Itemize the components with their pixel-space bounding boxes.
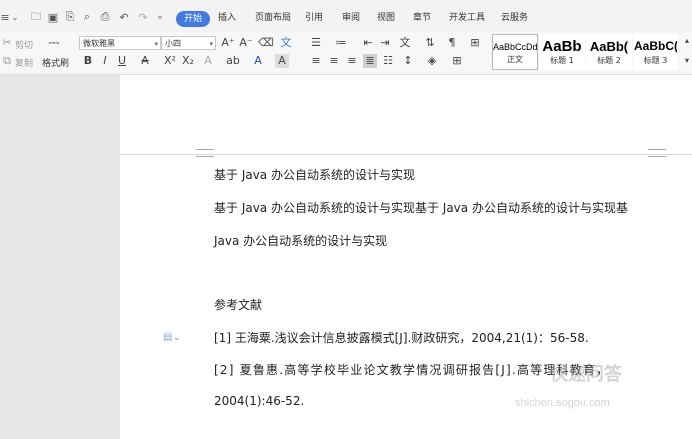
bold-icon[interactable]: B — [81, 54, 95, 68]
superscript-icon[interactable]: X² — [163, 54, 177, 68]
chevron-up-icon[interactable]: ▴ — [680, 34, 692, 48]
save-icon[interactable]: ▣ — [47, 10, 59, 24]
menu-icon[interactable]: ≡ — [0, 10, 10, 24]
style-sample: AaBbC( — [634, 39, 677, 53]
copy-button[interactable]: 复制 — [15, 56, 33, 69]
style-sample: AaBbCcDd — [493, 42, 537, 52]
shading-icon[interactable]: ◈ — [425, 54, 439, 68]
tab-home[interactable]: 开始 — [176, 11, 211, 27]
style-sample: AaBb — [542, 38, 582, 55]
watermark-brand: 快速问答 — [550, 364, 622, 384]
character-shading-icon[interactable]: A — [275, 54, 289, 68]
open-icon[interactable]: 🗀 — [30, 10, 42, 24]
export-icon[interactable]: ⎘ — [64, 10, 76, 24]
align-left-icon[interactable]: ≡ — [309, 54, 323, 68]
shrink-font-icon[interactable]: A⁻ — [239, 36, 253, 50]
tab-references[interactable]: 引用 — [305, 11, 323, 25]
clear-format-icon[interactable]: ⌫ — [258, 36, 274, 50]
strikethrough-icon[interactable]: A — [138, 54, 152, 68]
format-painter-button[interactable]: 格式刷 — [42, 56, 69, 69]
style-name: 标题 1 — [550, 56, 574, 65]
phonetic-guide-icon[interactable]: 文 — [279, 36, 293, 50]
align-center-icon[interactable]: ≡ — [327, 54, 341, 68]
watermark-url: shichen.sogou.com — [515, 397, 610, 409]
tab-chapter[interactable]: 章节 — [413, 11, 431, 25]
decrease-indent-icon[interactable]: ⇤ — [361, 36, 375, 50]
bullet-list-icon[interactable]: ☰ — [309, 36, 323, 50]
tab-page-layout[interactable]: 页面布局 — [255, 11, 291, 25]
line-spacing-icon[interactable]: ↕ — [401, 54, 415, 68]
font-name-value: 微软雅黑 — [83, 39, 115, 48]
document-page[interactable]: 基于 Java 办公自动系统的设计与实现 基于 Java 办公自动系统的设计与实… — [120, 75, 692, 439]
references-heading[interactable]: 参考文献 — [214, 296, 262, 313]
margin-corner-mark — [196, 149, 214, 157]
document-area: 基于 Java 办公自动系统的设计与实现 基于 Java 办公自动系统的设计与实… — [0, 75, 692, 439]
italic-icon[interactable]: I — [98, 54, 112, 68]
grow-font-icon[interactable]: A⁺ — [221, 36, 235, 50]
redo-icon[interactable]: ↷ — [137, 10, 149, 24]
font-color-icon[interactable]: A — [251, 54, 265, 68]
style-name: 正文 — [507, 55, 523, 64]
chevron-down-icon: ▾ — [209, 40, 213, 48]
tab-cloud-service[interactable]: 云服务 — [501, 11, 528, 25]
tab-review[interactable]: 审阅 — [342, 11, 360, 25]
chevron-down-icon: ▾ — [154, 40, 158, 48]
paragraph[interactable]: Java 办公自动系统的设计与实现 — [214, 232, 387, 249]
print-preview-icon[interactable]: ⌕ — [81, 10, 93, 24]
show-marks-icon[interactable]: ¶ — [445, 36, 459, 50]
style-heading-1[interactable]: AaBb 标题 1 — [539, 34, 585, 70]
chevron-down-icon[interactable]: ▾ — [680, 54, 692, 68]
align-right-icon[interactable]: ≡ — [345, 54, 359, 68]
underline-icon[interactable]: U — [115, 54, 129, 68]
tab-view[interactable]: 视图 — [377, 11, 395, 25]
menu-bar: ≡ ⌄ 🗀 ▣ ⎘ ⌕ ⎙ ↶ ↷ ▿ 开始 插入 页面布局 引用 审阅 视图 … — [0, 0, 692, 32]
cut-button[interactable]: 剪切 — [15, 38, 33, 51]
chinese-layout-icon[interactable]: 文 — [398, 36, 412, 50]
paragraph[interactable]: 基于 Java 办公自动系统的设计与实现 — [214, 166, 415, 183]
font-size-select[interactable]: 小四 ▾ — [161, 36, 216, 50]
justify-icon[interactable]: ≣ — [363, 54, 377, 68]
ribbon-toolbar: ✂ 剪切 ⧉ 复制 ⎓ 格式刷 微软雅黑 ▾ 小四 ▾ A⁺ A⁻ ⌫ 文 B … — [0, 32, 692, 75]
format-painter-icon[interactable]: ⎓ — [47, 36, 61, 50]
table-border-icon[interactable]: ⊞ — [468, 36, 482, 50]
chevron-down-icon[interactable]: ⌄ — [11, 10, 19, 24]
highlight-icon[interactable]: ab — [226, 54, 240, 68]
undo-icon[interactable]: ↶ — [118, 10, 130, 24]
cut-icon[interactable]: ✂ — [0, 36, 14, 50]
style-name: 标题 2 — [597, 56, 621, 65]
style-name: 标题 3 — [643, 56, 668, 65]
copy-icon[interactable]: ⧉ — [0, 54, 14, 68]
paragraph[interactable]: 基于 Java 办公自动系统的设计与实现基于 Java 办公自动系统的设计与实现… — [214, 199, 628, 216]
distribute-icon[interactable]: ☷ — [381, 54, 395, 68]
style-heading-3[interactable]: AaBbC( 标题 3 — [633, 34, 678, 70]
sort-icon[interactable]: ⇅ — [423, 36, 437, 50]
reference-item[interactable]: [1] 王海粟.浅议会计信息披露模式[J].财政研究，2004,21(1)：56… — [214, 329, 589, 346]
font-size-value: 小四 — [165, 39, 181, 48]
customize-icon[interactable]: ▿ — [155, 10, 165, 24]
tab-insert[interactable]: 插入 — [218, 11, 236, 25]
margin-corner-mark — [648, 149, 666, 157]
borders-icon[interactable]: ⊞ — [450, 54, 464, 68]
subscript-icon[interactable]: X₂ — [181, 54, 195, 68]
style-heading-2[interactable]: AaBb( 标题 2 — [586, 34, 632, 70]
reference-item[interactable]: 2004(1):46-52. — [214, 394, 304, 408]
text-effect-icon[interactable]: A — [201, 54, 215, 68]
tab-developer[interactable]: 开发工具 — [449, 11, 485, 25]
increase-indent-icon[interactable]: ⇥ — [378, 36, 392, 50]
style-sample: AaBb( — [589, 39, 629, 54]
paragraph-layout-icon[interactable]: ▤⌄ — [163, 332, 181, 343]
font-name-select[interactable]: 微软雅黑 ▾ — [79, 36, 161, 50]
print-icon[interactable]: ⎙ — [99, 10, 111, 24]
style-normal[interactable]: AaBbCcDd 正文 — [492, 34, 538, 70]
numbered-list-icon[interactable]: ≔ — [334, 36, 348, 50]
